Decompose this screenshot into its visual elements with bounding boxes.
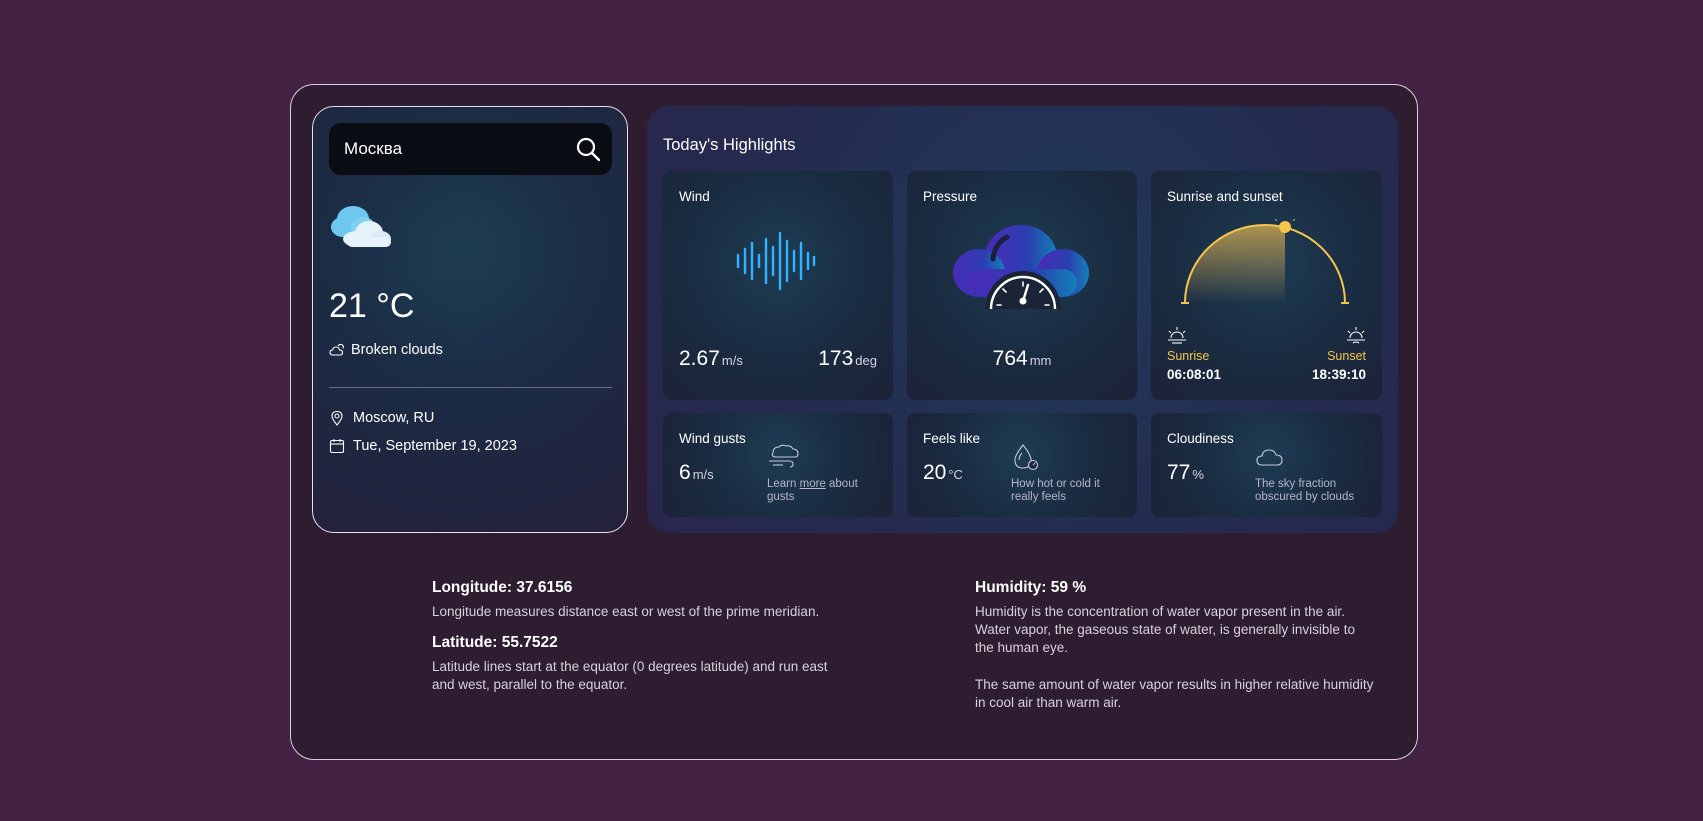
sunset-label: Sunset (1327, 349, 1366, 363)
description-text: Broken clouds (351, 342, 443, 358)
humidity-text-1: Humidity is the concentration of water v… (975, 604, 1355, 655)
wind-speed: 2.67 m/s (679, 347, 743, 371)
feels-like-tile: Feels like 20 °C How hot or cold it reall… (907, 413, 1137, 517)
longitude-text: Longitude measures distance east or west… (432, 604, 820, 619)
wind-direction: 173 deg (818, 347, 877, 371)
pressure-tile: Pressure 764 mm (907, 171, 1137, 400)
wind-speed-unit: m/s (721, 353, 743, 368)
sound-wave-icon (736, 231, 816, 291)
sun-label: Sunrise and sunset (1167, 189, 1283, 204)
sunrise-label: Sunrise (1167, 349, 1210, 363)
learn-more-link[interactable]: more (800, 478, 826, 490)
cloud-outline-icon (329, 343, 344, 356)
calendar-icon (329, 439, 345, 454)
longitude-title: Longitude: 37.6156 (432, 579, 573, 596)
feels-value-row: 20 °C (923, 461, 963, 485)
gusts-note-pre: Learn (767, 478, 800, 490)
pressure-value: 764 (992, 347, 1028, 370)
feels-value: 20 (923, 461, 947, 484)
cloudiness-tile: Cloudiness 77% The sky fraction obscured… (1151, 413, 1382, 517)
wind-direction-value: 173 (818, 347, 854, 370)
gusts-label: Wind gusts (679, 431, 746, 446)
search-icon[interactable] (575, 136, 601, 162)
wind-icon (769, 444, 799, 468)
pressure-unit: mm (1029, 353, 1052, 368)
date-row: Tue, September 19, 2023 (329, 438, 517, 454)
cloudiness-label: Cloudiness (1167, 431, 1234, 446)
sunrise-time: 06:08:01 (1167, 367, 1222, 382)
app-container: Москва 21 °C Broken clouds Moscow, RU Tu… (290, 84, 1418, 760)
feels-note: How hot or cold it really feels (1011, 478, 1100, 503)
gusts-unit: m/s (692, 467, 714, 482)
search-bar[interactable]: Москва (329, 123, 612, 175)
location-row: Moscow, RU (329, 410, 434, 426)
divider (329, 387, 612, 388)
latitude-text: Latitude lines start at the equator (0 d… (432, 659, 828, 692)
cloudiness-value-row: 77% (1167, 461, 1204, 485)
location-text: Moscow, RU (353, 410, 435, 426)
highlights-panel: Today's Highlights Wind 2.67 m/s 173 deg… (647, 106, 1398, 533)
pressure-value-row: 764 mm (907, 347, 1137, 371)
date-text: Tue, September 19, 2023 (353, 438, 517, 454)
humidity-title: Humidity: 59 % (975, 579, 1087, 596)
gusts-value-row: 6 m/s (679, 461, 714, 485)
wind-direction-unit: deg (855, 353, 877, 368)
wind-label: Wind (679, 189, 710, 204)
wind-tile: Wind 2.67 m/s 173 deg (663, 171, 893, 400)
current-weather-card: Москва 21 °C Broken clouds Moscow, RU Tu… (312, 106, 628, 533)
humidity-text-2: The same amount of water vapor results i… (975, 677, 1374, 710)
gusts-value: 6 (679, 461, 691, 484)
sunset-icon (1347, 327, 1365, 344)
sunrise-sunset-tile: Sunrise and sunset Sunrise Sunset 06:08:… (1151, 171, 1382, 400)
thermometer-drop-icon (1014, 444, 1039, 471)
weather-description: Broken clouds (329, 342, 443, 358)
sun-path-arc (1181, 219, 1349, 304)
feels-unit: °C (948, 467, 963, 482)
broken-clouds-icon (331, 206, 391, 247)
wind-speed-value: 2.67 (679, 347, 720, 370)
cloud-icon (1256, 449, 1283, 466)
pressure-gauge-icon (953, 225, 1089, 309)
wind-gusts-tile: Wind gusts 6 m/s Learn more about gusts (663, 413, 893, 517)
cloudiness-value: 77 (1167, 461, 1191, 484)
feels-label: Feels like (923, 431, 981, 446)
pressure-label: Pressure (923, 189, 978, 204)
cloudiness-note: The sky fraction obscured by clouds (1255, 478, 1355, 503)
cloudiness-unit: % (1192, 467, 1204, 482)
search-input[interactable]: Москва (344, 139, 402, 159)
current-temperature: 21 °C (329, 287, 415, 325)
highlights-title: Today's Highlights (663, 136, 796, 154)
gusts-note: Learn more about gusts (767, 478, 879, 504)
latitude-title: Latitude: 55.7522 (432, 634, 558, 651)
location-pin-icon (331, 410, 343, 426)
sunrise-icon (1168, 327, 1186, 344)
sunset-time: 18:39:10 (1311, 367, 1366, 382)
